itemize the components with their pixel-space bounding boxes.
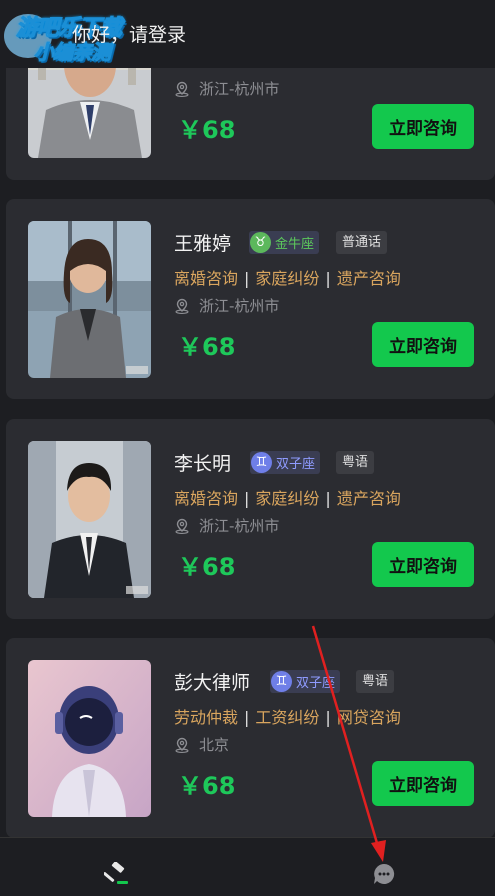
gemini-icon: ♊ — [251, 452, 272, 473]
specialty-tag: 劳动仲裁 — [174, 708, 239, 727]
specialty-tag: 遗产咨询 — [336, 269, 401, 288]
zodiac-label: 金牛座 — [275, 237, 315, 252]
consult-price: ￥68 — [178, 772, 236, 800]
lawyer-card[interactable]: 王雅婷 ♉ 金牛座 普通话 离婚咨询 | 家庭纠纷 | 遗产咨询 浙江-杭州市 ￥68 … — [6, 199, 495, 399]
lawyer-photo — [28, 441, 151, 598]
language-badge: 普通话 — [336, 231, 388, 254]
location: 浙江-杭州市 — [174, 78, 279, 99]
location-pin-icon — [175, 737, 189, 753]
tab-messages[interactable] — [372, 862, 396, 890]
location: 浙江-杭州市 — [174, 515, 279, 536]
location-text: 北京 — [199, 736, 230, 754]
specialty-tag: 家庭纠纷 — [255, 269, 320, 288]
app-header: 游吧乐下载 小编亲测 你好，请登录 — [0, 0, 495, 68]
chat-bubble-icon — [374, 863, 395, 884]
lawyer-name: 彭大律师 — [174, 672, 251, 694]
consult-now-button[interactable]: 立即咨询 — [372, 322, 474, 367]
specialty-tag: 离婚咨询 — [174, 489, 239, 508]
gavel-icon — [103, 861, 128, 884]
consult-price: ￥68 — [178, 333, 236, 361]
zodiac-badge: ♊ 双子座 — [250, 451, 321, 474]
lawyer-photo — [28, 221, 151, 378]
lawyer-name: 李长明 — [174, 453, 232, 475]
specialty-tag: 工资纠纷 — [255, 708, 320, 727]
consult-now-button[interactable]: 立即咨询 — [372, 542, 474, 587]
specialty-tag: 遗产咨询 — [336, 489, 401, 508]
specialty-tags: 离婚咨询 | 家庭纠纷 | 遗产咨询 — [174, 489, 401, 508]
location: 北京 — [174, 734, 229, 755]
tab-lawyers[interactable] — [103, 861, 130, 890]
consult-price: ￥68 — [178, 553, 236, 581]
location-pin-icon — [175, 518, 189, 534]
zodiac-badge: ♉ 金牛座 — [249, 231, 320, 254]
lawyer-card[interactable]: 彭大律师 ♊ 双子座 粤语 劳动仲裁 | 工资纠纷 | 网贷咨询 北京 ￥68 立即咨询 — [6, 638, 495, 838]
lawyer-photo — [28, 660, 151, 817]
location-pin-icon — [175, 81, 189, 97]
specialty-tag: 离婚咨询 — [174, 269, 239, 288]
location-text: 浙江-杭州市 — [199, 517, 280, 535]
gemini-icon: ♊ — [271, 671, 292, 692]
language-badge: 粤语 — [336, 451, 375, 474]
location-pin-icon — [175, 298, 189, 314]
zodiac-label: 双子座 — [276, 457, 316, 472]
lawyer-name: 王雅婷 — [174, 233, 232, 255]
bottom-tab-bar — [0, 837, 495, 896]
login-prompt[interactable]: 你好，请登录 — [72, 20, 186, 47]
specialty-tag: 网贷咨询 — [336, 708, 401, 727]
location-text: 浙江-杭州市 — [199, 80, 280, 98]
taurus-icon: ♉ — [250, 232, 271, 253]
location: 浙江-杭州市 — [174, 295, 279, 316]
specialty-tag: 家庭纠纷 — [255, 489, 320, 508]
specialty-tags: 离婚咨询 | 家庭纠纷 | 遗产咨询 — [174, 269, 401, 288]
lawyer-card[interactable]: 李长明 ♊ 双子座 粤语 离婚咨询 | 家庭纠纷 | 遗产咨询 浙江-杭州市 ￥68 立… — [6, 419, 495, 619]
consult-price: ￥68 — [178, 116, 236, 144]
location-text: 浙江-杭州市 — [199, 297, 280, 315]
consult-now-button[interactable]: 立即咨询 — [372, 761, 474, 806]
specialty-tags: 劳动仲裁 | 工资纠纷 | 网贷咨询 — [174, 708, 401, 727]
language-badge: 粤语 — [356, 670, 395, 693]
consult-now-button[interactable]: 立即咨询 — [372, 104, 474, 149]
zodiac-label: 双子座 — [296, 676, 336, 691]
zodiac-badge: ♊ 双子座 — [270, 670, 341, 693]
